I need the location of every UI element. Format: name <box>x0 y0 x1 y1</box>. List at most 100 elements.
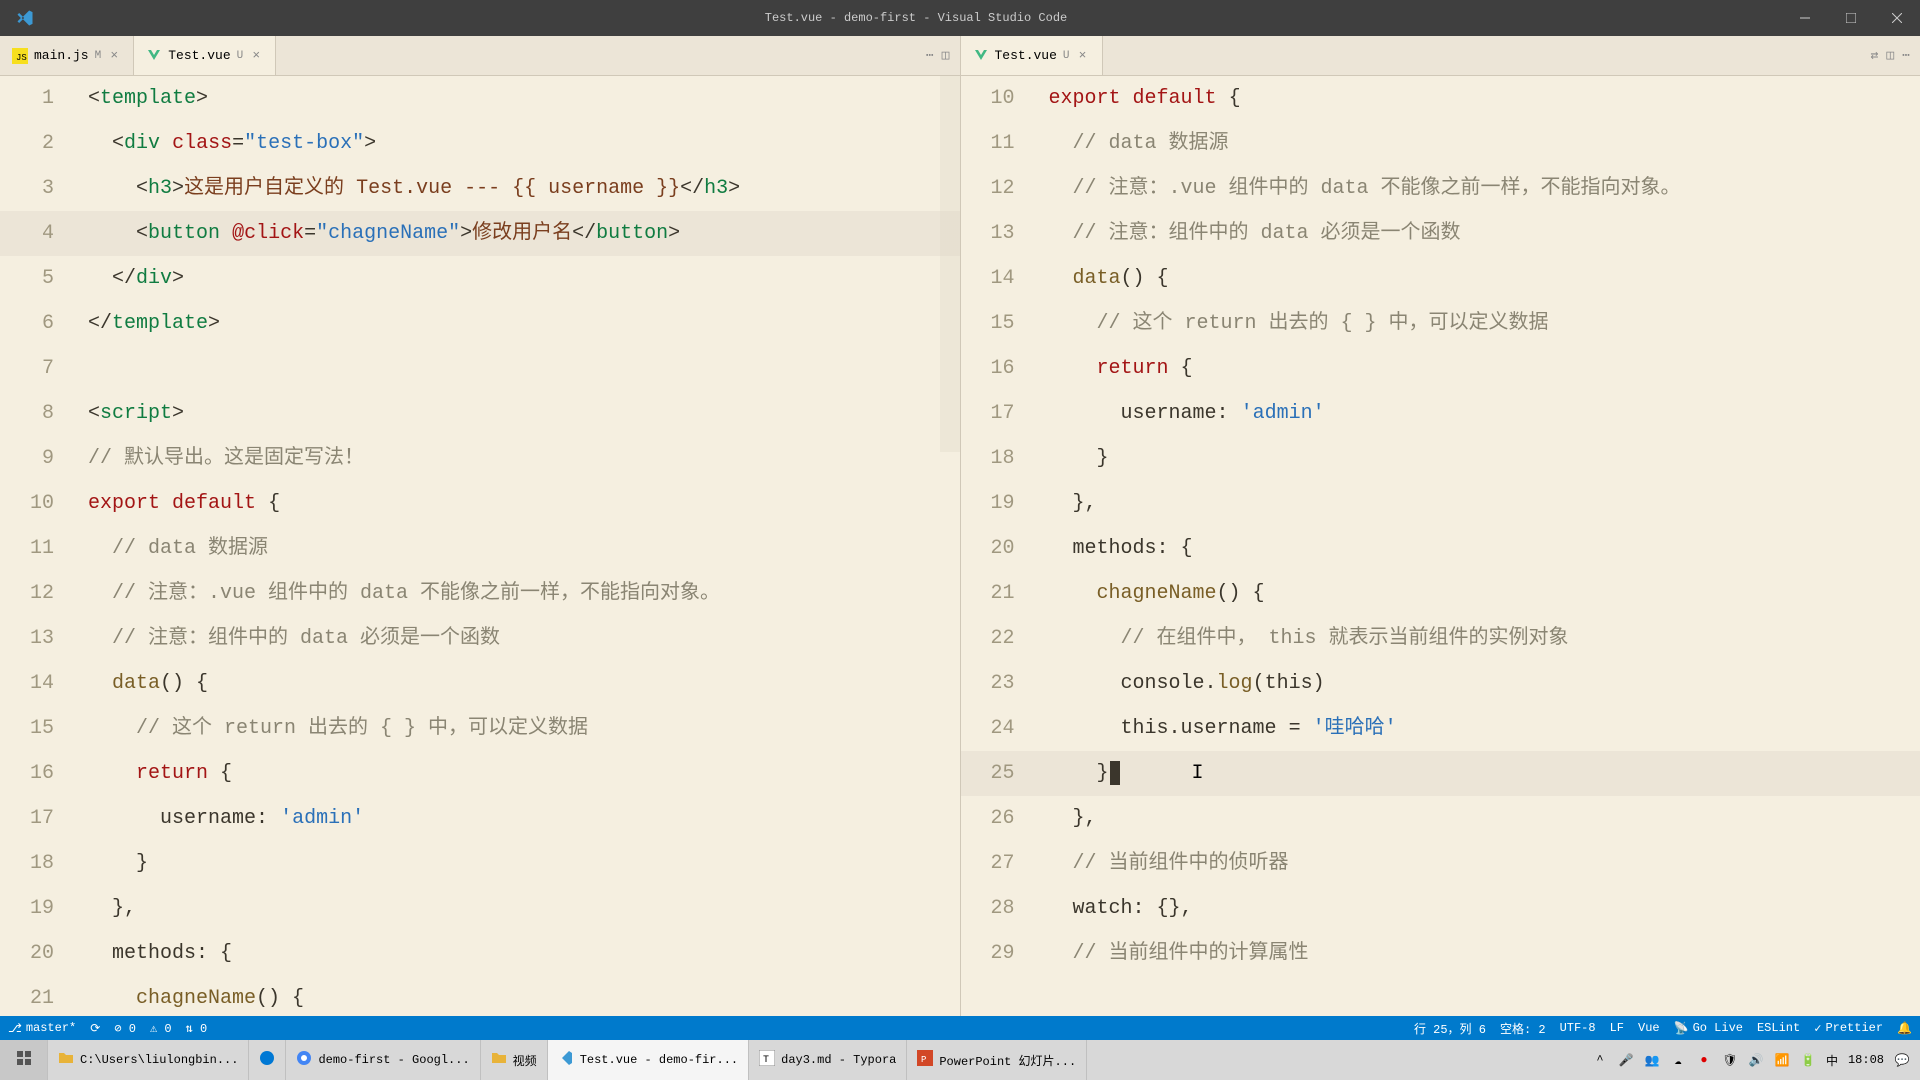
taskbar-item-5[interactable]: Test.vue - demo-fir... <box>548 1040 749 1080</box>
code-line[interactable]: 9// 默认导出。这是固定写法！ <box>0 436 960 481</box>
code-line[interactable]: 3 <h3>这是用户自定义的 Test.vue --- {{ username … <box>0 166 960 211</box>
language-mode[interactable]: Vue <box>1638 1020 1660 1037</box>
cursor-position[interactable]: 行 25，列 6 <box>1414 1020 1486 1037</box>
code-line[interactable]: 12 // 注意：.vue 组件中的 data 不能像之前一样，不能指向对象。 <box>961 166 1920 211</box>
code-line[interactable]: 13 // 注意：组件中的 data 必须是一个函数 <box>0 616 960 661</box>
code-line[interactable]: 19 }, <box>0 886 960 931</box>
more-actions-icon[interactable]: ⋯ <box>1902 48 1910 63</box>
code-line[interactable]: 22 // 在组件中， this 就表示当前组件的实例对象 <box>961 616 1920 661</box>
code-line[interactable]: 28 watch: {}, <box>961 886 1920 931</box>
code-line[interactable]: 5 </div> <box>0 256 960 301</box>
clock[interactable]: 18:08 <box>1848 1053 1884 1067</box>
code-line[interactable]: 27 // 当前组件中的侦听器 <box>961 841 1920 886</box>
editor-pane-right[interactable]: 10export default {11 // data 数据源12 // 注意… <box>960 76 1920 1016</box>
tray-indicator-icon[interactable]: ● <box>1696 1052 1712 1068</box>
line-number: 29 <box>961 931 1041 976</box>
maximize-button[interactable] <box>1828 0 1874 36</box>
git-branch[interactable]: ⎇ master* <box>8 1021 76 1036</box>
code-line[interactable]: 21 chagneName() { <box>961 571 1920 616</box>
tray-onedrive-icon[interactable]: ☁ <box>1670 1052 1686 1068</box>
line-number: 19 <box>961 481 1041 526</box>
minimap[interactable] <box>940 76 960 1016</box>
code-line[interactable]: 19 }, <box>961 481 1920 526</box>
compare-changes-icon[interactable]: ⇄ <box>1871 48 1879 63</box>
tab-right-0[interactable]: Test.vueU× <box>961 36 1103 75</box>
tray-wifi-icon[interactable]: 📶 <box>1774 1052 1790 1068</box>
split-editor-icon[interactable]: ◫ <box>1886 48 1894 63</box>
line-number: 22 <box>961 616 1041 661</box>
code-line[interactable]: 17 username: 'admin' <box>961 391 1920 436</box>
eslint-status[interactable]: ESLint <box>1757 1020 1800 1037</box>
close-button[interactable] <box>1874 0 1920 36</box>
taskbar-item-2[interactable] <box>249 1040 286 1080</box>
sync-button[interactable]: ⟳ <box>90 1021 100 1036</box>
code-line[interactable]: 15 // 这个 return 出去的 { } 中，可以定义数据 <box>0 706 960 751</box>
code-line[interactable]: 13 // 注意：组件中的 data 必须是一个函数 <box>961 211 1920 256</box>
code-line[interactable]: 4 <button @click="chagneName">修改用户名</but… <box>0 211 960 256</box>
port-forward[interactable]: ⇅ 0 <box>186 1021 208 1036</box>
code-line[interactable]: 24 this.username = '哇哈哈' <box>961 706 1920 751</box>
action-center-icon[interactable]: 💬 <box>1894 1052 1910 1068</box>
start-button[interactable] <box>0 1040 48 1080</box>
code-line[interactable]: 11 // data 数据源 <box>0 526 960 571</box>
code-line[interactable]: 14 data() { <box>961 256 1920 301</box>
code-line[interactable]: 8<script> <box>0 391 960 436</box>
prettier-status[interactable]: ✓ Prettier <box>1814 1020 1883 1037</box>
code-line[interactable]: 26 }, <box>961 796 1920 841</box>
code-line[interactable]: 16 return { <box>0 751 960 796</box>
code-line[interactable]: 6</template> <box>0 301 960 346</box>
tab-left-0[interactable]: JSmain.jsM× <box>0 36 134 75</box>
tab-overflow-icon[interactable]: ⋯ <box>926 48 934 63</box>
tray-mic-icon[interactable]: 🎤 <box>1618 1052 1634 1068</box>
notifications-icon[interactable]: 🔔 <box>1897 1020 1912 1037</box>
ime-indicator[interactable]: 中 <box>1826 1052 1838 1069</box>
code-line[interactable]: 12 // 注意：.vue 组件中的 data 不能像之前一样，不能指向对象。 <box>0 571 960 616</box>
code-line[interactable]: 15 // 这个 return 出去的 { } 中，可以定义数据 <box>961 301 1920 346</box>
taskbar-item-7[interactable]: PPowerPoint 幻灯片... <box>907 1040 1087 1080</box>
code-line[interactable]: 10export default { <box>0 481 960 526</box>
close-icon[interactable]: × <box>1076 49 1090 63</box>
code-line[interactable]: 7 <box>0 346 960 391</box>
code-line[interactable]: 23 console.log(this) <box>961 661 1920 706</box>
code-line[interactable]: 20 methods: { <box>961 526 1920 571</box>
line-number: 10 <box>961 76 1041 121</box>
code-line[interactable]: 10export default { <box>961 76 1920 121</box>
line-number: 8 <box>0 391 80 436</box>
split-editor-icon[interactable]: ◫ <box>942 48 950 63</box>
indent-setting[interactable]: 空格: 2 <box>1500 1020 1546 1037</box>
tray-volume-icon[interactable]: 🔊 <box>1748 1052 1764 1068</box>
taskbar-label: demo-first - Googl... <box>318 1053 469 1067</box>
code-line[interactable]: 2 <div class="test-box"> <box>0 121 960 166</box>
minimize-button[interactable] <box>1782 0 1828 36</box>
tray-battery-icon[interactable]: 🔋 <box>1800 1052 1816 1068</box>
encoding[interactable]: UTF-8 <box>1560 1020 1596 1037</box>
tray-people-icon[interactable]: 👥 <box>1644 1052 1660 1068</box>
code-line[interactable]: 17 username: 'admin' <box>0 796 960 841</box>
warnings-count[interactable]: ⚠ 0 <box>150 1021 172 1036</box>
tray-chevron-icon[interactable]: ^ <box>1592 1052 1608 1068</box>
taskbar-item-1[interactable]: C:\Users\liulongbin... <box>48 1040 249 1080</box>
code-line[interactable]: 29 // 当前组件中的计算属性 <box>961 931 1920 976</box>
errors-count[interactable]: ⊘ 0 <box>114 1021 136 1036</box>
eol[interactable]: LF <box>1610 1020 1624 1037</box>
tray-security-icon[interactable]: 🛡 <box>1722 1052 1738 1068</box>
code-line[interactable]: 14 data() { <box>0 661 960 706</box>
close-icon[interactable]: × <box>249 49 263 63</box>
code-line[interactable]: 18 } <box>0 841 960 886</box>
edge-icon <box>259 1050 275 1070</box>
code-line[interactable]: 16 return { <box>961 346 1920 391</box>
code-line[interactable]: 11 // data 数据源 <box>961 121 1920 166</box>
code-line[interactable]: 20 methods: { <box>0 931 960 976</box>
taskbar-item-6[interactable]: Tday3.md - Typora <box>749 1040 907 1080</box>
tab-left-1[interactable]: Test.vueU× <box>134 36 276 75</box>
editor-pane-left[interactable]: 1<template>2 <div class="test-box">3 <h3… <box>0 76 960 1016</box>
code-line[interactable]: 1<template> <box>0 76 960 121</box>
taskbar-item-3[interactable]: demo-first - Googl... <box>286 1040 480 1080</box>
code-line[interactable]: 18 } <box>961 436 1920 481</box>
code-line[interactable]: 25 } I <box>961 751 1920 796</box>
taskbar-item-4[interactable]: 视频 <box>481 1040 548 1080</box>
go-live-button[interactable]: 📡 Go Live <box>1674 1020 1743 1037</box>
close-icon[interactable]: × <box>107 49 121 63</box>
ppt-icon: P <box>917 1050 933 1070</box>
code-line[interactable]: 21 chagneName() { <box>0 976 960 1016</box>
